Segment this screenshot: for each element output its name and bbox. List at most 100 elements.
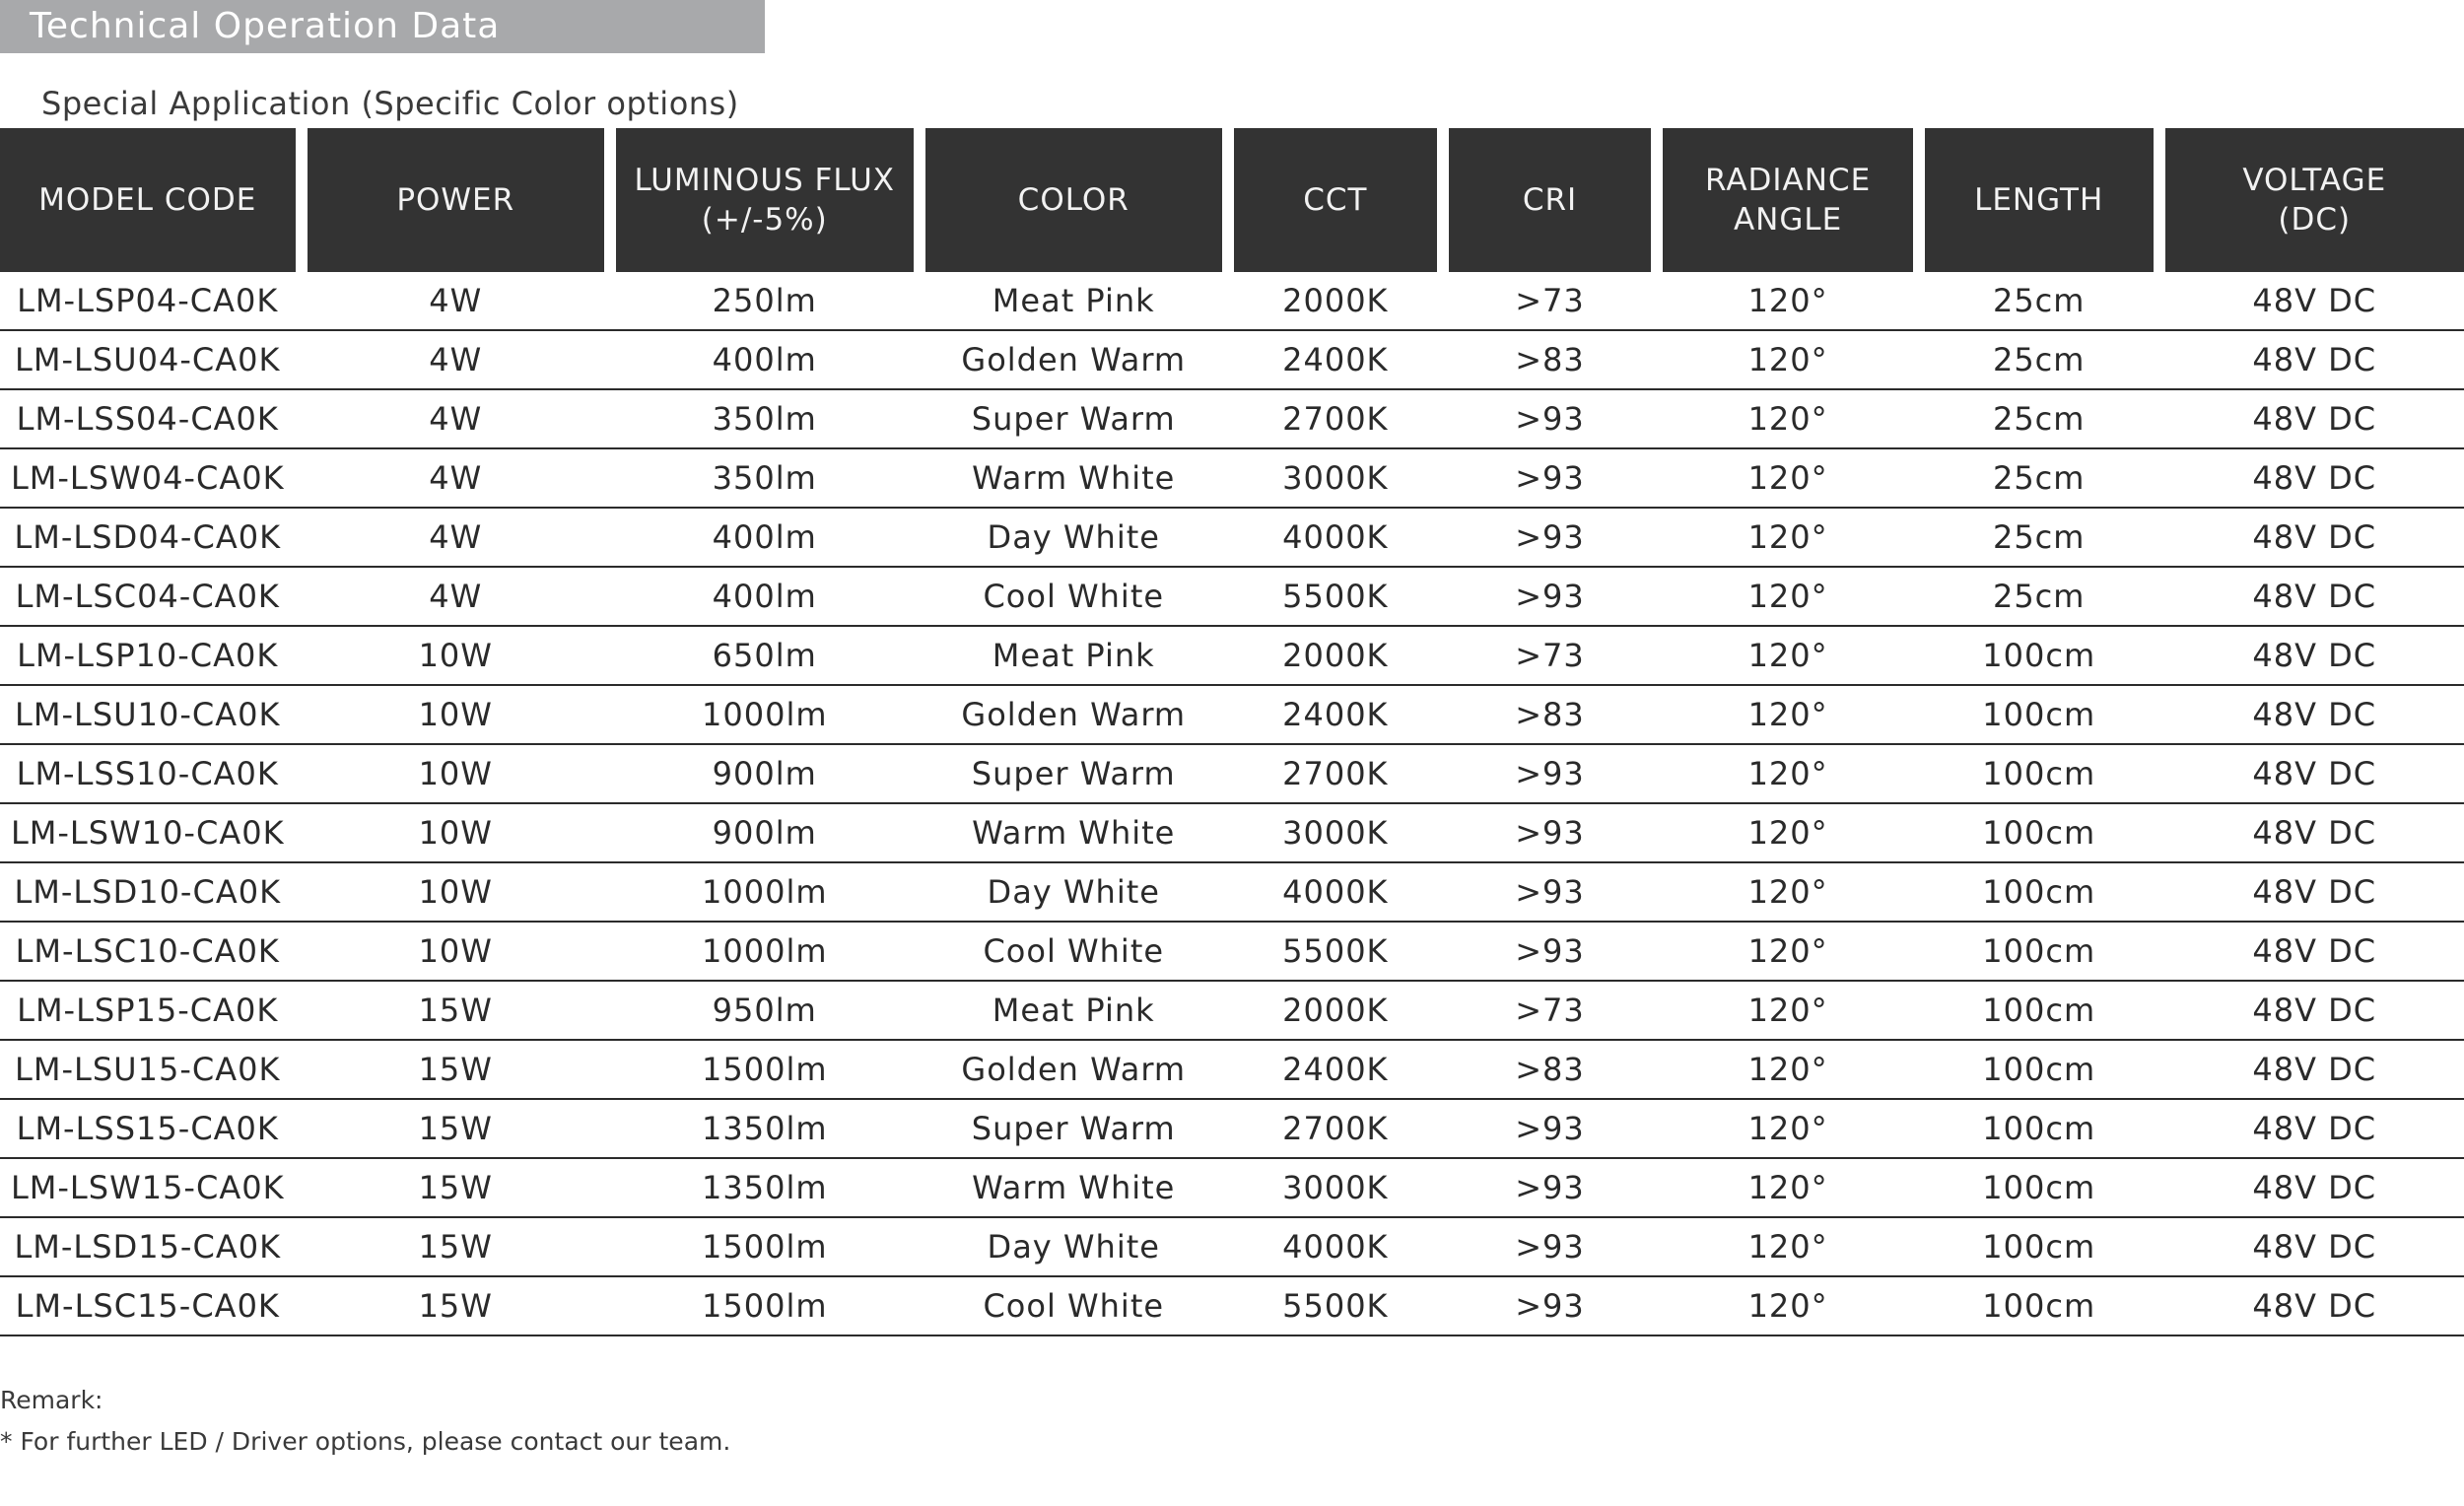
column-header: LUMINOUS FLUX (+/-5%) bbox=[616, 128, 914, 272]
table-cell: 10W bbox=[418, 932, 493, 970]
table-row: LM-LSC04-CA0K 4W 400lm Cool White 5500K >93 12… bbox=[0, 568, 2464, 627]
table-cell: 10W bbox=[418, 814, 493, 852]
table-row: LM-LSD04-CA0K 4W 400lm Day White 4000K >93 120… bbox=[0, 509, 2464, 568]
table-cell: 2400K bbox=[1282, 696, 1389, 733]
table-cell: >93 bbox=[1515, 400, 1585, 438]
table-cell: Cool White bbox=[983, 932, 1165, 970]
table-cell: 120° bbox=[1747, 1287, 1828, 1325]
table-cell: 120° bbox=[1747, 282, 1828, 319]
table-cell: 120° bbox=[1747, 341, 1828, 378]
table-cell: 48V DC bbox=[2252, 578, 2377, 615]
table-cell: 48V DC bbox=[2252, 637, 2377, 674]
table-cell: 48V DC bbox=[2252, 1110, 2377, 1147]
table-cell: 400lm bbox=[712, 341, 817, 378]
table-cell: 100cm bbox=[1982, 1051, 2096, 1088]
table-cell: Meat Pink bbox=[992, 282, 1155, 319]
table-cell: 1350lm bbox=[702, 1169, 828, 1206]
table-cell: >73 bbox=[1515, 282, 1585, 319]
table-cell: LM-LSS04-CA0K bbox=[16, 400, 279, 438]
table-cell: 2000K bbox=[1282, 637, 1389, 674]
table-cell: 25cm bbox=[1992, 518, 2086, 556]
table-row: LM-LSD15-CA0K 15W 1500lm Day White 4000K >93 1… bbox=[0, 1218, 2464, 1277]
table-cell: LM-LSU04-CA0K bbox=[15, 341, 281, 378]
remark-label: Remark: bbox=[0, 1386, 103, 1414]
table-cell: 10W bbox=[418, 696, 493, 733]
table-cell: 2700K bbox=[1282, 1110, 1389, 1147]
table-cell: LM-LSS15-CA0K bbox=[16, 1110, 279, 1147]
table-row: LM-LSS04-CA0K 4W 350lm Super Warm 2700K >93 12… bbox=[0, 390, 2464, 449]
table-cell: Golden Warm bbox=[961, 696, 1187, 733]
column-header: CCT bbox=[1234, 128, 1437, 272]
table-cell: 650lm bbox=[712, 637, 817, 674]
table-cell: Meat Pink bbox=[992, 637, 1155, 674]
table-row: LM-LSW10-CA0K 10W 900lm Warm White 3000K >93 1… bbox=[0, 804, 2464, 863]
table-cell: Warm White bbox=[972, 459, 1176, 497]
table-cell: 10W bbox=[418, 755, 493, 792]
spec-table: MODEL CODE POWER LUMINOUS FLUX (+/-5%) COLO… bbox=[0, 128, 2464, 1336]
table-cell: 4W bbox=[429, 282, 483, 319]
table-cell: 3000K bbox=[1282, 814, 1389, 852]
table-cell: 48V DC bbox=[2252, 459, 2377, 497]
table-cell: 48V DC bbox=[2252, 696, 2377, 733]
table-cell: 120° bbox=[1747, 459, 1828, 497]
table-cell: 25cm bbox=[1992, 459, 2086, 497]
column-header: LENGTH bbox=[1924, 128, 2154, 272]
table-row: LM-LSC10-CA0K 10W 1000lm Cool White 5500K >93… bbox=[0, 923, 2464, 982]
table-cell: 400lm bbox=[712, 578, 817, 615]
table-cell: >93 bbox=[1515, 873, 1585, 911]
table-cell: 4000K bbox=[1282, 1228, 1389, 1266]
table-cell: 1500lm bbox=[702, 1287, 828, 1325]
table-cell: >93 bbox=[1515, 1228, 1585, 1266]
table-cell: 4000K bbox=[1282, 873, 1389, 911]
table-cell: Day White bbox=[987, 1228, 1160, 1266]
table-cell: 15W bbox=[418, 1051, 493, 1088]
table-cell: Warm White bbox=[972, 814, 1176, 852]
remark-block: Remark: * For further LED / Driver optio… bbox=[0, 1380, 730, 1463]
table-cell: Day White bbox=[987, 873, 1160, 911]
table-cell: 120° bbox=[1747, 755, 1828, 792]
table-row: LM-LSP04-CA0K 4W 250lm Meat Pink 2000K >73 120… bbox=[0, 272, 2464, 331]
table-cell: 100cm bbox=[1982, 1287, 2096, 1325]
table-cell: >93 bbox=[1515, 1169, 1585, 1206]
table-cell: >93 bbox=[1515, 932, 1585, 970]
table-cell: 120° bbox=[1747, 1228, 1828, 1266]
table-cell: 4W bbox=[429, 518, 483, 556]
table-cell: 48V DC bbox=[2252, 1228, 2377, 1266]
table-cell: 48V DC bbox=[2252, 873, 2377, 911]
table-cell: 1350lm bbox=[702, 1110, 828, 1147]
column-header: VOLTAGE (DC) bbox=[2164, 128, 2464, 272]
table-cell: 100cm bbox=[1982, 1228, 2096, 1266]
table-cell: 100cm bbox=[1982, 637, 2096, 674]
table-cell: 15W bbox=[418, 1228, 493, 1266]
table-cell: 25cm bbox=[1992, 341, 2086, 378]
table-cell: Super Warm bbox=[971, 755, 1176, 792]
table-cell: Day White bbox=[987, 518, 1160, 556]
table-cell: 350lm bbox=[712, 400, 817, 438]
table-cell: 48V DC bbox=[2252, 1051, 2377, 1088]
table-cell: 900lm bbox=[712, 814, 817, 852]
table-cell: 2000K bbox=[1282, 992, 1389, 1029]
remark-note: * For further LED / Driver options, plea… bbox=[0, 1427, 731, 1456]
table-body: LM-LSP04-CA0K 4W 250lm Meat Pink 2000K >73 120… bbox=[0, 272, 2464, 1336]
table-cell: 48V DC bbox=[2252, 341, 2377, 378]
column-header: CRI bbox=[1448, 128, 1652, 272]
table-cell: 48V DC bbox=[2252, 992, 2377, 1029]
column-header: MODEL CODE bbox=[0, 128, 296, 272]
table-cell: Cool White bbox=[983, 578, 1165, 615]
table-cell: 100cm bbox=[1982, 755, 2096, 792]
table-cell: >83 bbox=[1515, 341, 1585, 378]
table-cell: 3000K bbox=[1282, 1169, 1389, 1206]
table-cell: LM-LSW15-CA0K bbox=[10, 1169, 285, 1206]
table-cell: 48V DC bbox=[2252, 400, 2377, 438]
table-cell: >93 bbox=[1515, 459, 1585, 497]
table-cell: 1000lm bbox=[702, 932, 828, 970]
table-cell: >83 bbox=[1515, 696, 1585, 733]
column-header: POWER bbox=[307, 128, 604, 272]
table-cell: LM-LSC15-CA0K bbox=[15, 1287, 280, 1325]
table-cell: 100cm bbox=[1982, 1110, 2096, 1147]
table-cell: >93 bbox=[1515, 1287, 1585, 1325]
table-row: LM-LSD10-CA0K 10W 1000lm Day White 4000K >93 1… bbox=[0, 863, 2464, 923]
table-cell: >93 bbox=[1515, 1110, 1585, 1147]
table-cell: 25cm bbox=[1992, 400, 2086, 438]
table-cell: 4W bbox=[429, 578, 483, 615]
